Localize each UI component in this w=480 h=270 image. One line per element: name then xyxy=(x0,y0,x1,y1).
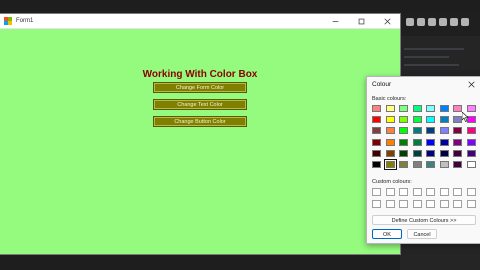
basic-colours-label: Basic colours: xyxy=(372,96,407,102)
ide-toolbar-icon[interactable] xyxy=(417,18,425,26)
basic-colour-swatch[interactable] xyxy=(453,149,462,157)
change-form-color-button[interactable]: Change Form Color xyxy=(153,82,247,93)
ok-button[interactable]: OK xyxy=(372,229,402,239)
custom-colour-swatch[interactable] xyxy=(439,188,449,196)
custom-colour-swatch[interactable] xyxy=(372,188,381,196)
basic-colour-swatch[interactable] xyxy=(453,127,462,135)
custom-colour-swatch[interactable] xyxy=(426,200,435,208)
custom-colour-swatch[interactable] xyxy=(385,188,395,196)
custom-colour-grid xyxy=(372,188,476,208)
custom-colour-swatch[interactable] xyxy=(412,188,422,196)
ide-toolbar-icons xyxy=(406,18,469,26)
basic-colour-swatch[interactable] xyxy=(372,138,381,146)
basic-colour-grid xyxy=(372,105,476,170)
basic-colour-swatch[interactable] xyxy=(372,105,381,112)
minimize-icon[interactable] xyxy=(322,14,348,28)
basic-colour-swatch[interactable] xyxy=(466,127,476,135)
basic-colour-swatch[interactable] xyxy=(385,149,395,157)
basic-colour-swatch[interactable] xyxy=(383,158,397,170)
form-heading: Working With Color Box xyxy=(142,69,258,80)
basic-colour-swatch[interactable] xyxy=(466,160,476,168)
basic-colour-swatch[interactable] xyxy=(385,127,395,135)
basic-colour-swatch[interactable] xyxy=(426,116,435,124)
basic-colour-swatch[interactable] xyxy=(399,116,408,124)
basic-colour-swatch[interactable] xyxy=(412,149,422,157)
basic-colour-swatch[interactable] xyxy=(439,138,449,146)
basic-colour-swatch[interactable] xyxy=(399,127,408,135)
ide-code-line xyxy=(404,56,449,58)
basic-colour-swatch[interactable] xyxy=(412,116,422,124)
basic-colour-swatch[interactable] xyxy=(439,149,449,157)
change-button-color-button[interactable]: Change Button Color xyxy=(153,116,247,127)
custom-colour-swatch[interactable] xyxy=(466,200,476,208)
dialog-title: Colour xyxy=(372,81,392,88)
basic-colour-swatch[interactable] xyxy=(412,127,422,135)
custom-colour-swatch[interactable] xyxy=(466,188,476,196)
window-title: Form1 xyxy=(16,18,34,24)
basic-colour-swatch[interactable] xyxy=(426,138,435,146)
ide-toolbar-icon[interactable] xyxy=(406,18,414,26)
basic-colour-swatch[interactable] xyxy=(372,127,381,135)
change-text-color-button[interactable]: Change Text Color xyxy=(153,99,247,110)
basic-colour-swatch[interactable] xyxy=(453,160,462,168)
cancel-button[interactable]: Cancel xyxy=(407,229,437,239)
basic-colour-swatch[interactable] xyxy=(426,160,435,168)
app-icon xyxy=(4,17,12,25)
custom-colour-swatch[interactable] xyxy=(439,200,449,208)
basic-colour-swatch[interactable] xyxy=(412,160,422,168)
basic-colour-swatch[interactable] xyxy=(426,149,435,157)
ide-toolbar-icon[interactable] xyxy=(428,18,436,26)
basic-colour-swatch[interactable] xyxy=(426,127,435,135)
custom-colour-swatch[interactable] xyxy=(372,200,381,208)
ide-toolbar-icon[interactable] xyxy=(450,18,458,26)
custom-colour-swatch[interactable] xyxy=(453,188,462,196)
basic-colour-swatch[interactable] xyxy=(385,138,395,146)
custom-colour-swatch[interactable] xyxy=(399,188,408,196)
basic-colour-swatch[interactable] xyxy=(372,149,381,157)
colour-dialog: Colour Basic colours: Custom colours: De… xyxy=(366,76,480,244)
basic-colour-swatch[interactable] xyxy=(399,138,408,146)
basic-colour-swatch[interactable] xyxy=(439,127,449,135)
custom-colour-swatch[interactable] xyxy=(426,188,435,196)
custom-colour-swatch[interactable] xyxy=(399,200,408,208)
define-custom-colours-button[interactable]: Define Custom Colours >> xyxy=(372,215,476,225)
basic-colour-swatch[interactable] xyxy=(466,149,476,157)
basic-colour-swatch[interactable] xyxy=(399,149,408,157)
close-icon[interactable] xyxy=(467,80,476,89)
mouse-pointer-icon xyxy=(462,112,469,122)
basic-colour-swatch[interactable] xyxy=(412,105,422,112)
basic-colour-swatch[interactable] xyxy=(466,138,476,146)
basic-colour-swatch[interactable] xyxy=(466,105,476,112)
custom-colour-swatch[interactable] xyxy=(412,200,422,208)
basic-colour-swatch[interactable] xyxy=(372,160,381,168)
basic-colour-swatch[interactable] xyxy=(385,116,395,124)
form-titlebar[interactable]: Form1 xyxy=(0,14,400,29)
close-icon[interactable] xyxy=(374,14,400,28)
custom-colours-label: Custom colours: xyxy=(372,179,412,185)
basic-colour-swatch[interactable] xyxy=(453,138,462,146)
form1-window: Form1 Working With Color Box Change Form… xyxy=(0,14,400,254)
ide-code-line xyxy=(404,48,464,50)
maximize-icon[interactable] xyxy=(348,14,374,28)
basic-colour-swatch[interactable] xyxy=(453,116,462,124)
ide-toolbar-icon[interactable] xyxy=(461,18,469,26)
ide-code-line xyxy=(404,64,459,66)
basic-colour-swatch[interactable] xyxy=(453,105,462,112)
basic-colour-swatch[interactable] xyxy=(439,160,449,168)
basic-colour-swatch[interactable] xyxy=(439,116,449,124)
custom-colour-swatch[interactable] xyxy=(385,200,395,208)
basic-colour-swatch[interactable] xyxy=(426,105,435,112)
basic-colour-swatch[interactable] xyxy=(399,105,408,112)
custom-colour-swatch[interactable] xyxy=(453,200,462,208)
basic-colour-swatch[interactable] xyxy=(372,116,381,124)
basic-colour-swatch[interactable] xyxy=(399,160,408,168)
basic-colour-swatch[interactable] xyxy=(439,105,449,112)
basic-colour-swatch[interactable] xyxy=(412,138,422,146)
basic-colour-swatch[interactable] xyxy=(385,105,395,112)
ide-toolbar-icon[interactable] xyxy=(439,18,447,26)
